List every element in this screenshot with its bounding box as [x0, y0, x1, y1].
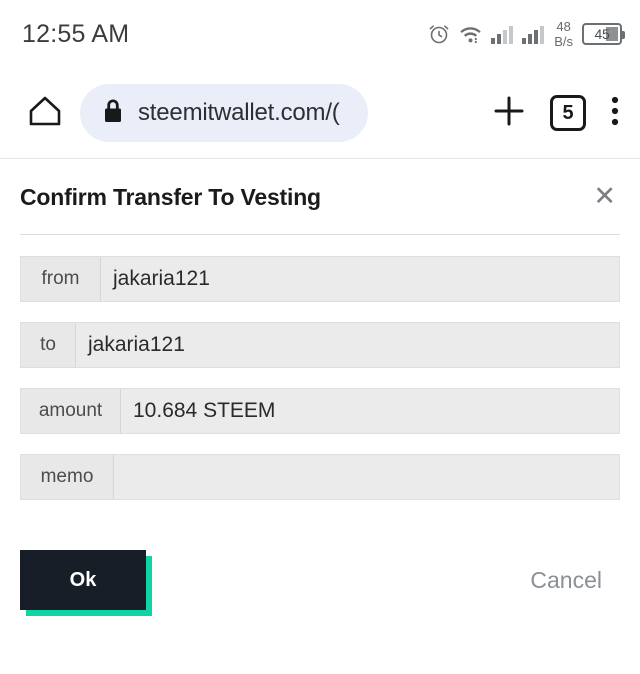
transfer-fields: from jakaria121 to jakaria121 amount 10.…: [0, 235, 640, 500]
field-value-from[interactable]: jakaria121: [101, 257, 619, 301]
wifi-icon: [458, 23, 483, 45]
tab-switcher-button[interactable]: 5: [550, 95, 586, 131]
battery-icon: 45: [582, 23, 625, 45]
field-label-memo: memo: [21, 455, 114, 499]
modal-header: Confirm Transfer To Vesting ✕: [0, 159, 640, 210]
tab-count: 5: [562, 101, 574, 124]
field-label-from: from: [21, 257, 101, 301]
data-rate-unit: B/s: [554, 34, 573, 49]
browser-actions: 5: [368, 94, 626, 133]
ok-button-wrapper: Ok: [20, 550, 152, 616]
field-label-to: to: [21, 323, 76, 367]
status-clock: 12:55 AM: [22, 19, 130, 48]
field-value-amount[interactable]: 10.684 STEEM: [121, 389, 619, 433]
field-row-amount: amount 10.684 STEEM: [20, 388, 620, 434]
field-value-to[interactable]: jakaria121: [76, 323, 619, 367]
home-button[interactable]: [18, 92, 72, 135]
alarm-clock-icon: [427, 22, 451, 46]
battery-level: 45: [594, 26, 610, 42]
data-rate-indicator: 48 B/s: [554, 20, 573, 48]
browser-menu-button[interactable]: [610, 94, 620, 133]
status-icons: 48 B/s 45: [427, 20, 625, 48]
url-bar[interactable]: steemitwallet.com/(: [80, 84, 368, 142]
url-text: steemitwallet.com/(: [138, 99, 340, 126]
plus-icon: [492, 94, 526, 133]
browser-toolbar: steemitwallet.com/( 5: [0, 68, 640, 159]
new-tab-button[interactable]: [492, 94, 526, 133]
more-vertical-icon: [610, 94, 620, 133]
field-label-amount: amount: [21, 389, 121, 433]
data-rate-value: 48: [556, 19, 571, 34]
lock-icon: [102, 98, 124, 129]
status-bar: 12:55 AM 48 B/s 45: [0, 0, 640, 68]
signal-bars-sim2-icon: [521, 24, 545, 44]
field-value-memo[interactable]: [114, 455, 619, 499]
field-row-memo: memo: [20, 454, 620, 500]
close-icon[interactable]: ✕: [589, 183, 620, 210]
cancel-button[interactable]: Cancel: [530, 567, 602, 594]
field-row-to: to jakaria121: [20, 322, 620, 368]
field-row-from: from jakaria121: [20, 256, 620, 302]
ok-button[interactable]: Ok: [20, 550, 146, 610]
home-icon: [26, 92, 64, 135]
page-title: Confirm Transfer To Vesting: [20, 184, 321, 210]
page-content: Confirm Transfer To Vesting ✕ from jakar…: [0, 159, 640, 616]
signal-bars-sim1-icon: [490, 24, 514, 44]
modal-actions: Ok Cancel: [0, 520, 640, 616]
